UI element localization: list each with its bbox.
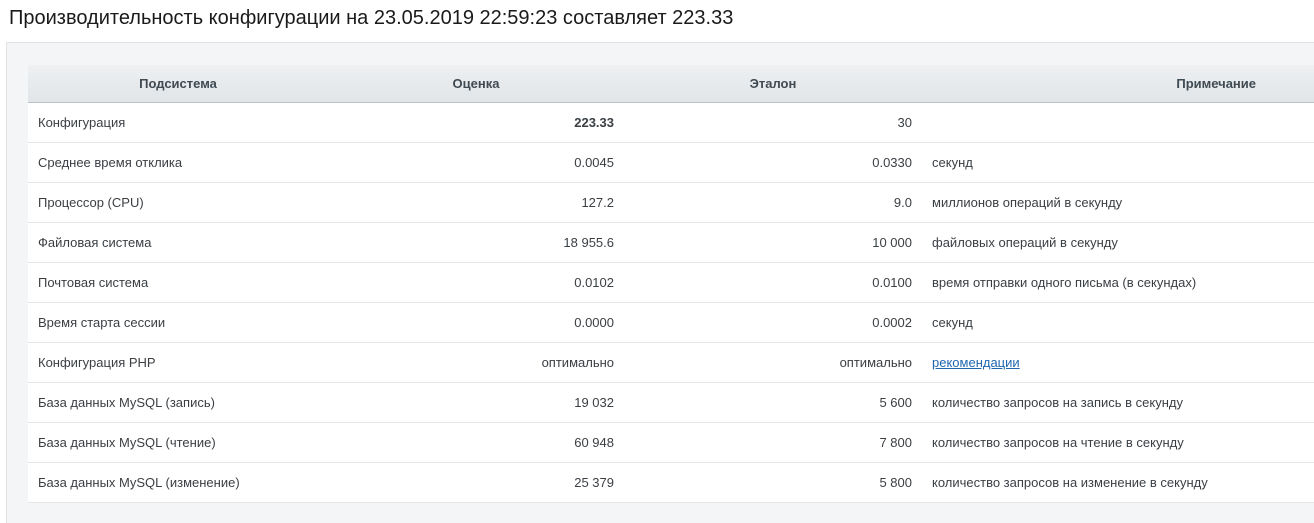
cell-subsystem: Среднее время отклика [28, 142, 328, 183]
cell-reference: 5 800 [624, 462, 922, 503]
column-header-reference[interactable]: Эталон [624, 65, 922, 103]
cell-score: 18 955.6 [328, 222, 624, 263]
performance-table: Подсистема Оценка Эталон Примечание Конф… [28, 65, 1314, 503]
cell-reference: 0.0330 [624, 142, 922, 183]
table-row: База данных MySQL (чтение) 60 948 7 800 … [28, 422, 1314, 463]
cell-reference: 0.0100 [624, 262, 922, 303]
column-header-subsystem[interactable]: Подсистема [28, 65, 328, 103]
cell-reference: оптимально [624, 342, 922, 383]
column-header-score[interactable]: Оценка [328, 65, 624, 103]
performance-table-wrapper: Подсистема Оценка Эталон Примечание Конф… [28, 65, 1314, 503]
cell-subsystem: Время старта сессии [28, 302, 328, 343]
table-row: Время старта сессии 0.0000 0.0002 секунд [28, 302, 1314, 343]
cell-reference: 30 [624, 102, 922, 143]
cell-score: 60 948 [328, 422, 624, 463]
cell-subsystem: Файловая система [28, 222, 328, 263]
cell-subsystem: Почтовая система [28, 262, 328, 303]
cell-note: время отправки одного письма (в секундах… [922, 262, 1314, 303]
cell-score: 223.33 [328, 102, 624, 143]
cell-note: секунд [922, 302, 1314, 343]
cell-score: 19 032 [328, 382, 624, 423]
cell-score: 25 379 [328, 462, 624, 503]
cell-reference: 0.0002 [624, 302, 922, 343]
cell-subsystem: База данных MySQL (чтение) [28, 422, 328, 463]
cell-score: 0.0102 [328, 262, 624, 303]
cell-score: оптимально [328, 342, 624, 383]
cell-note: секунд [922, 142, 1314, 183]
cell-score: 0.0000 [328, 302, 624, 343]
cell-note: количество запросов на изменение в секун… [922, 462, 1314, 503]
cell-reference: 7 800 [624, 422, 922, 463]
cell-subsystem: Конфигурация [28, 102, 328, 143]
cell-note: файловых операций в секунду [922, 222, 1314, 263]
cell-score: 127.2 [328, 182, 624, 223]
table-row: Среднее время отклика 0.0045 0.0330 секу… [28, 142, 1314, 183]
cell-reference: 9.0 [624, 182, 922, 223]
table-row: Почтовая система 0.0102 0.0100 время отп… [28, 262, 1314, 303]
table-row: Конфигурация PHP оптимально оптимально р… [28, 342, 1314, 383]
recommendations-link[interactable]: рекомендации [932, 355, 1020, 370]
content-panel: Подсистема Оценка Эталон Примечание Конф… [6, 42, 1314, 523]
cell-note: количество запросов на запись в секунду [922, 382, 1314, 423]
table-row: Конфигурация 223.33 30 [28, 102, 1314, 143]
cell-subsystem: База данных MySQL (запись) [28, 382, 328, 423]
table-row: Процессор (CPU) 127.2 9.0 миллионов опер… [28, 182, 1314, 223]
table-row: База данных MySQL (запись) 19 032 5 600 … [28, 382, 1314, 423]
table-row: Файловая система 18 955.6 10 000 файловы… [28, 222, 1314, 263]
cell-subsystem: База данных MySQL (изменение) [28, 462, 328, 503]
cell-reference: 5 600 [624, 382, 922, 423]
page-title: Производительность конфигурации на 23.05… [9, 7, 734, 29]
cell-subsystem: Конфигурация PHP [28, 342, 328, 383]
cell-score: 0.0045 [328, 142, 624, 183]
cell-note: количество запросов на чтение в секунду [922, 422, 1314, 463]
column-header-note[interactable]: Примечание [922, 65, 1314, 103]
cell-note: рекомендации [922, 342, 1314, 383]
cell-subsystem: Процессор (CPU) [28, 182, 328, 223]
cell-note [922, 102, 1314, 143]
table-header-row: Подсистема Оценка Эталон Примечание [28, 65, 1314, 103]
cell-note: миллионов операций в секунду [922, 182, 1314, 223]
table-row: База данных MySQL (изменение) 25 379 5 8… [28, 462, 1314, 503]
cell-reference: 10 000 [624, 222, 922, 263]
